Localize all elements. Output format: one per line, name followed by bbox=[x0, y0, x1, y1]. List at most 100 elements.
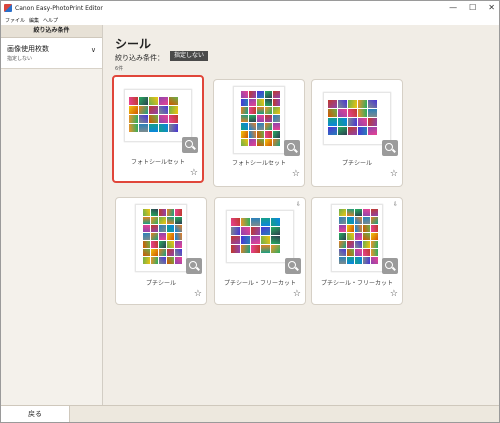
photo-tile bbox=[231, 218, 240, 226]
photo-tile bbox=[371, 217, 378, 224]
photo-tile bbox=[257, 107, 264, 114]
photo-tile bbox=[139, 106, 148, 114]
photo-tile bbox=[149, 97, 158, 105]
photo-tile bbox=[257, 99, 264, 106]
photo-tile bbox=[249, 107, 256, 114]
photo-tile bbox=[159, 233, 166, 240]
photo-tile bbox=[257, 91, 264, 98]
condition-label: 絞り込み条件： bbox=[115, 54, 164, 62]
photo-tile bbox=[249, 115, 256, 122]
photo-tile bbox=[151, 241, 158, 248]
photo-tile bbox=[159, 241, 166, 248]
photo-tile bbox=[261, 218, 270, 226]
photo-tile bbox=[167, 257, 174, 264]
photo-tile bbox=[347, 233, 354, 240]
photo-tile bbox=[371, 233, 378, 240]
template-card[interactable]: フォトシールセット ☆ bbox=[213, 79, 305, 187]
photo-tile bbox=[257, 131, 264, 138]
photo-tile bbox=[347, 217, 354, 224]
favorite-star-icon[interactable]: ☆ bbox=[190, 169, 198, 178]
photo-tile bbox=[175, 217, 182, 224]
photo-tile bbox=[159, 257, 166, 264]
zoom-preview-button[interactable] bbox=[382, 258, 398, 274]
photo-tile bbox=[265, 99, 272, 106]
photo-tile bbox=[149, 124, 158, 132]
photo-tile bbox=[169, 106, 178, 114]
favorite-star-icon[interactable]: ☆ bbox=[194, 290, 202, 299]
page-title: シール bbox=[115, 37, 152, 51]
template-card[interactable]: フォトシールセット ☆ bbox=[112, 75, 204, 183]
back-button[interactable]: 戻る bbox=[1, 406, 70, 422]
menu-help[interactable]: ヘルプ bbox=[43, 17, 58, 24]
filter-image-count[interactable]: 画像使用枚数 指定しない ∨ bbox=[1, 38, 102, 69]
photo-tile bbox=[271, 245, 280, 253]
photo-tile bbox=[273, 139, 280, 146]
photo-tile bbox=[167, 249, 174, 256]
photo-tile bbox=[339, 217, 346, 224]
photo-tile bbox=[257, 139, 264, 146]
template-card[interactable]: ⇩ プチシール・フリーカット ☆ bbox=[311, 197, 403, 305]
photo-tile bbox=[363, 257, 370, 264]
photo-tile bbox=[265, 91, 272, 98]
menu-file[interactable]: ファイル bbox=[5, 17, 25, 24]
main-content: シール 絞り込み条件： 指定しない 6件 フォトシールセット ☆ フォトシールセ… bbox=[103, 25, 499, 405]
filter-sidebar: 絞り込み条件 画像使用枚数 指定しない ∨ bbox=[1, 25, 103, 405]
close-button[interactable]: ✕ bbox=[488, 3, 495, 13]
photo-tile bbox=[347, 225, 354, 232]
photo-tile bbox=[167, 241, 174, 248]
zoom-preview-button[interactable] bbox=[182, 137, 198, 153]
photo-tile bbox=[139, 97, 148, 105]
card-label: プチシール bbox=[341, 160, 372, 167]
menu-bar: ファイル 編集 ヘルプ bbox=[1, 15, 499, 25]
photo-tile bbox=[338, 100, 347, 108]
photo-tile bbox=[175, 249, 182, 256]
photo-tile bbox=[368, 100, 377, 108]
template-thumbnail bbox=[135, 204, 187, 272]
photo-tile bbox=[139, 124, 148, 132]
favorite-star-icon[interactable]: ☆ bbox=[390, 170, 398, 179]
photo-tile bbox=[363, 233, 370, 240]
photo-tile bbox=[355, 257, 362, 264]
photo-tile bbox=[339, 225, 346, 232]
photo-tile bbox=[143, 217, 150, 224]
zoom-preview-button[interactable] bbox=[284, 140, 300, 156]
favorite-star-icon[interactable]: ☆ bbox=[292, 170, 300, 179]
menu-edit[interactable]: 編集 bbox=[29, 17, 39, 24]
chevron-down-icon[interactable]: ∨ bbox=[91, 46, 96, 54]
photo-tile bbox=[241, 227, 250, 235]
template-card[interactable]: ⇩ プチシール・フリーカット ☆ bbox=[214, 197, 306, 305]
photo-tile bbox=[159, 106, 168, 114]
favorite-star-icon[interactable]: ☆ bbox=[293, 290, 301, 299]
photo-tile bbox=[265, 139, 272, 146]
photo-tile bbox=[265, 115, 272, 122]
maximize-button[interactable]: ☐ bbox=[469, 3, 476, 13]
zoom-preview-button[interactable] bbox=[285, 258, 301, 274]
photo-tile bbox=[129, 124, 138, 132]
zoom-preview-button[interactable] bbox=[186, 258, 202, 274]
photo-tile bbox=[371, 225, 378, 232]
photo-tile bbox=[358, 100, 367, 108]
photo-tile bbox=[241, 139, 248, 146]
photo-tile bbox=[328, 127, 337, 135]
photo-tile bbox=[363, 225, 370, 232]
photo-tile bbox=[347, 209, 354, 216]
photo-tile bbox=[348, 109, 357, 117]
photo-tile bbox=[339, 233, 346, 240]
photo-tile bbox=[347, 257, 354, 264]
photo-tile bbox=[261, 245, 270, 253]
zoom-preview-button[interactable] bbox=[382, 140, 398, 156]
photo-tile bbox=[159, 209, 166, 216]
photo-tile bbox=[273, 91, 280, 98]
photo-tile bbox=[169, 115, 178, 123]
app-logo-icon bbox=[4, 4, 12, 12]
template-card[interactable]: プチシール ☆ bbox=[311, 79, 403, 187]
photo-tile bbox=[241, 218, 250, 226]
photo-tile bbox=[368, 118, 377, 126]
minimize-button[interactable]: — bbox=[449, 3, 457, 13]
photo-tile bbox=[348, 127, 357, 135]
template-card[interactable]: プチシール ☆ bbox=[115, 197, 207, 305]
photo-tile bbox=[261, 227, 270, 235]
photo-tile bbox=[241, 131, 248, 138]
photo-tile bbox=[151, 209, 158, 216]
favorite-star-icon[interactable]: ☆ bbox=[390, 290, 398, 299]
